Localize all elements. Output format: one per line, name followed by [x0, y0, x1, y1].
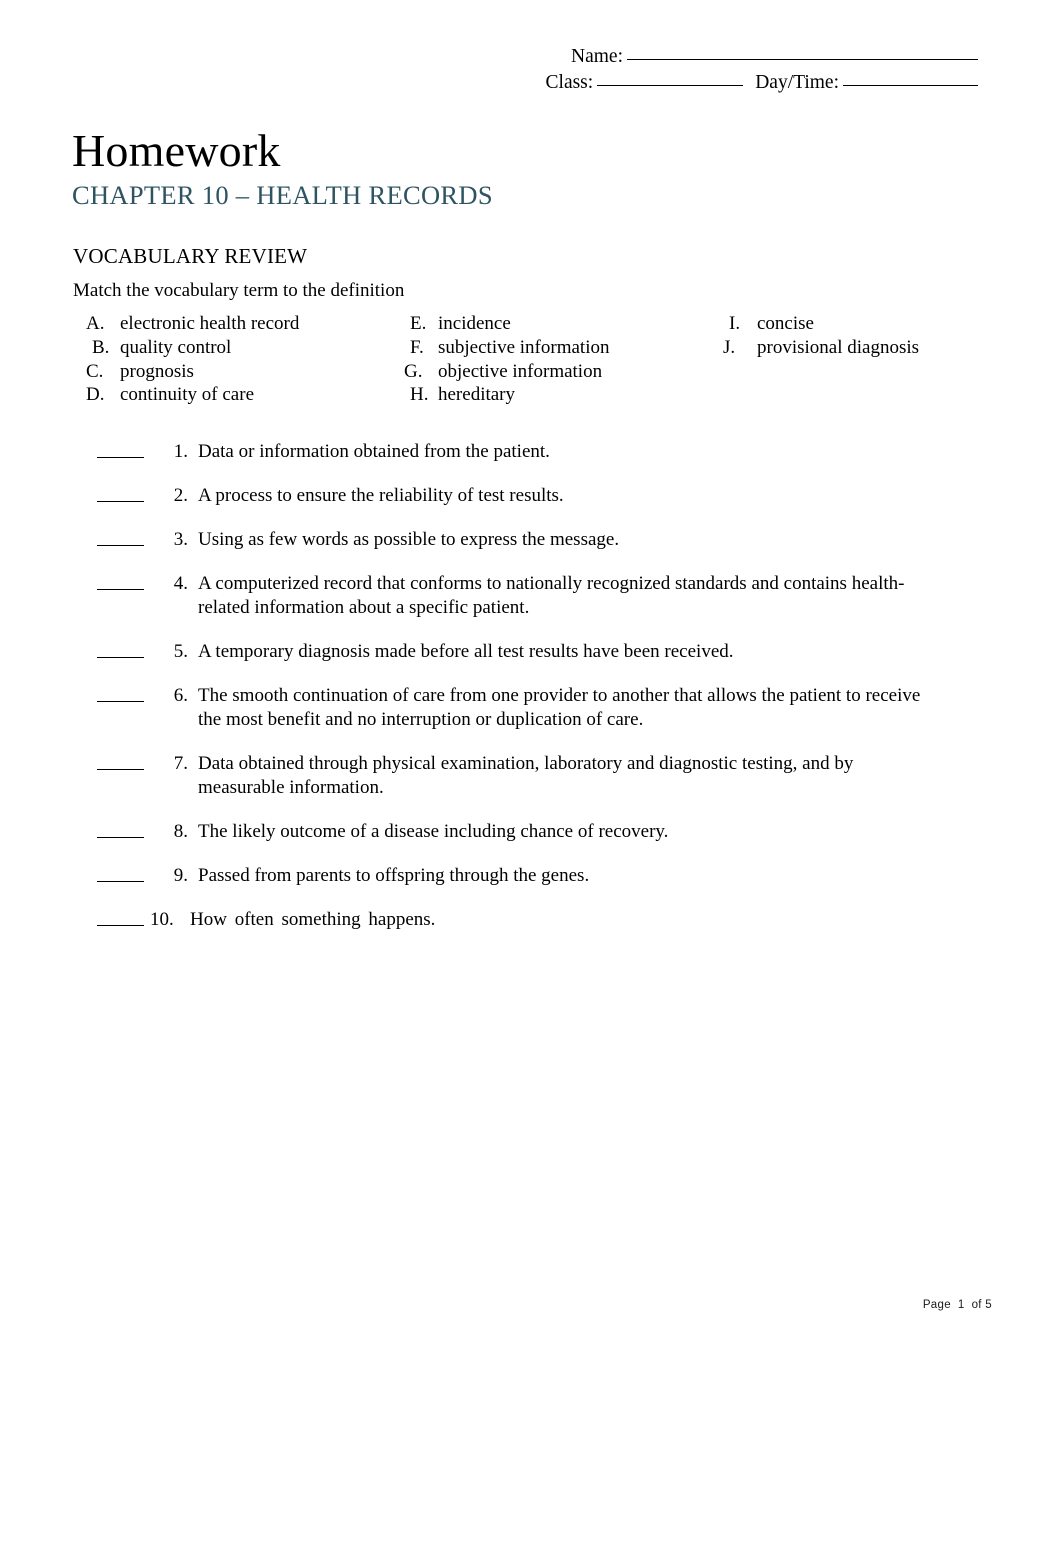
name-row: Name:	[0, 44, 978, 70]
page-title: Homework	[72, 125, 281, 176]
answer-blank[interactable]	[97, 572, 144, 590]
question-row: 2. A process to ensure the reliability o…	[0, 484, 1062, 508]
vocab-term: subjective information	[438, 336, 610, 358]
list-item: B. quality control	[86, 336, 299, 360]
list-item: F. subjective information	[404, 336, 609, 360]
name-label: Name:	[571, 46, 623, 67]
question-number: 6.	[173, 685, 188, 706]
vocab-term: quality control	[120, 336, 232, 358]
question-number: 1.	[173, 441, 188, 462]
answer-blank[interactable]	[97, 440, 144, 458]
answer-blank[interactable]	[97, 484, 144, 502]
answer-blank[interactable]	[97, 684, 144, 702]
question-text: The smooth continuation of care from one…	[198, 685, 921, 730]
question-text: Using as few words as possible to expres…	[198, 529, 620, 550]
vocab-term: incidence	[438, 313, 511, 334]
daytime-blank-line[interactable]	[843, 85, 978, 86]
vocab-letter: B.	[92, 336, 110, 358]
footer-page-word: Page	[922, 1299, 951, 1311]
vocab-letter: E.	[410, 313, 427, 334]
question-text: A process to ensure the reliability of t…	[198, 485, 564, 506]
question-row: 9. Passed from parents to offspring thro…	[0, 864, 1062, 888]
question-text: Data obtained through physical examinati…	[198, 753, 854, 798]
question-row: 4. A computerized record that conforms t…	[0, 572, 1062, 620]
answer-blank[interactable]	[97, 640, 144, 658]
vocab-term: concise	[757, 313, 814, 334]
vocab-letter: F.	[410, 336, 424, 358]
section-heading: VOCABULARY REVIEW	[73, 244, 308, 268]
list-item: J. provisional diagnosis	[723, 336, 919, 360]
question-text: Passed from parents to offspring through…	[198, 865, 590, 886]
list-item: A. electronic health record	[86, 312, 299, 336]
vocab-letter: J.	[723, 336, 736, 358]
question-row: 5. A temporary diagnosis made before all…	[0, 640, 1062, 664]
vocabulary-column-3: I. concise J. provisional diagnosis	[723, 312, 919, 360]
question-row: 10. How often something happens.	[0, 908, 1062, 932]
question-number: 3.	[173, 529, 188, 550]
question-text: The likely outcome of a disease includin…	[198, 821, 669, 842]
matching-questions-list: 1. Data or information obtained from the…	[0, 440, 1062, 952]
footer-of-word: of	[971, 1299, 982, 1311]
vocab-letter: I.	[729, 313, 741, 334]
daytime-label: Day/Time:	[755, 72, 839, 93]
vocab-term: electronic health record	[120, 313, 300, 334]
vocab-term: provisional diagnosis	[757, 336, 920, 358]
vocab-term: prognosis	[120, 360, 194, 382]
answer-blank[interactable]	[97, 528, 144, 546]
list-item: H. hereditary	[404, 383, 609, 407]
vocabulary-column-1: A. electronic health record B. quality c…	[86, 312, 299, 407]
answer-blank[interactable]	[97, 820, 144, 838]
vocabulary-column-2: E. incidence F. subjective information G…	[404, 312, 609, 407]
answer-blank[interactable]	[97, 864, 144, 882]
question-number: 8.	[173, 821, 188, 842]
question-number: 4.	[173, 573, 188, 594]
vocab-letter: C.	[86, 360, 104, 382]
footer-page-number: 1	[957, 1299, 965, 1311]
class-daytime-row: Class: Day/Time:	[0, 70, 978, 96]
question-row: 3. Using as few words as possible to exp…	[0, 528, 1062, 552]
page-footer: Page 1 of 5	[0, 1298, 1062, 1313]
question-row: 1. Data or information obtained from the…	[0, 440, 1062, 464]
question-text: A temporary diagnosis made before all te…	[198, 641, 734, 662]
question-text: A computerized record that conforms to n…	[198, 573, 905, 618]
vocab-letter: H.	[410, 384, 429, 406]
name-blank-line[interactable]	[627, 59, 978, 60]
vocab-term: continuity of care	[120, 384, 255, 406]
vocab-letter: A.	[86, 313, 105, 334]
student-info-header: Name: Class: Day/Time:	[0, 44, 1062, 96]
answer-blank[interactable]	[97, 752, 144, 770]
list-item: C. prognosis	[86, 360, 299, 384]
list-item: D. continuity of care	[86, 383, 299, 407]
question-number: 9.	[173, 865, 188, 886]
vocab-letter: G.	[404, 360, 423, 382]
question-text: How often something happens.	[190, 909, 436, 930]
vocab-term: objective information	[438, 360, 603, 382]
list-item: I. concise	[723, 312, 919, 336]
answer-blank[interactable]	[97, 908, 144, 926]
question-row: 8. The likely outcome of a disease inclu…	[0, 820, 1062, 844]
class-label: Class:	[545, 72, 594, 93]
footer-total-pages: 5	[985, 1299, 992, 1311]
class-blank-line[interactable]	[597, 85, 744, 86]
question-number: 5.	[173, 641, 188, 662]
question-row: 6. The smooth continuation of care from …	[0, 684, 1062, 732]
section-instruction: Match the vocabulary term to the definit…	[73, 280, 405, 301]
list-item: G. objective information	[404, 360, 609, 384]
question-number: 2.	[173, 485, 188, 506]
question-number: 7.	[173, 753, 188, 774]
vocab-letter: D.	[86, 384, 105, 406]
vocabulary-list: A. electronic health record B. quality c…	[0, 312, 1062, 410]
document-page: Name: Class: Day/Time: Homework CHAPTER 1…	[0, 0, 1062, 1561]
list-item: E. incidence	[404, 312, 609, 336]
question-row: 7. Data obtained through physical examin…	[0, 752, 1062, 800]
question-text: Data or information obtained from the pa…	[198, 441, 550, 462]
vocab-term: hereditary	[438, 384, 516, 406]
question-number: 10.	[150, 909, 174, 930]
chapter-subtitle: CHAPTER 10 – HEALTH RECORDS	[72, 180, 493, 210]
